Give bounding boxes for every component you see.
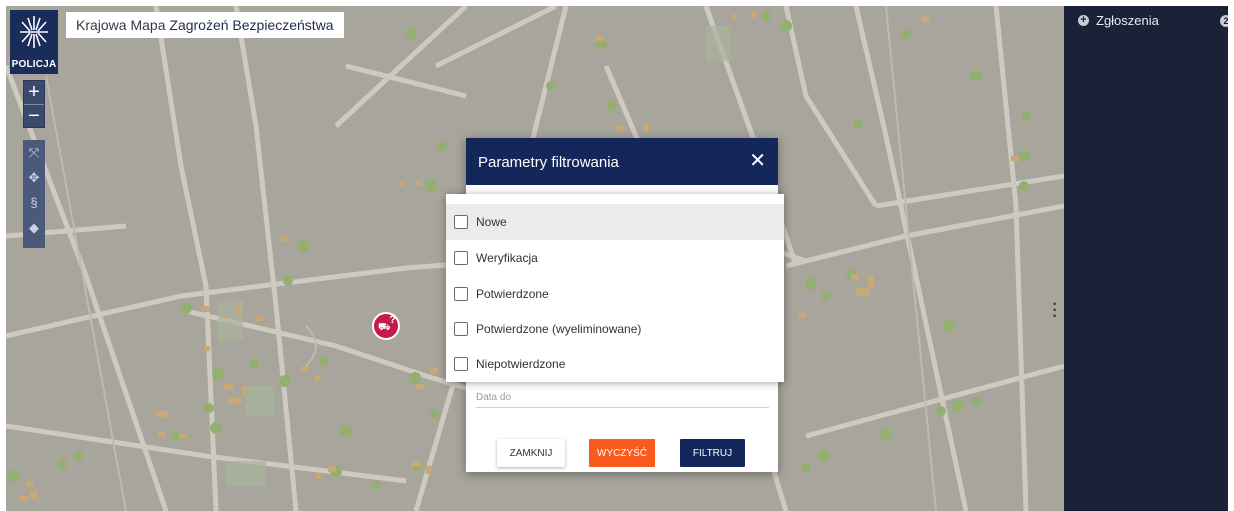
police-logo: POLICJA (10, 10, 58, 74)
police-star-icon (20, 16, 48, 48)
checkbox[interactable] (454, 357, 468, 371)
app-title: Krajowa Mapa Zagrożeń Bezpieczeństwa (66, 12, 344, 38)
status-dropdown: Nowe Weryfikacja Potwierdzone Potwierdzo… (446, 194, 784, 382)
side-panel: + Zgłoszenia 2 (1064, 6, 1228, 511)
logo-text: POLICJA (11, 59, 57, 70)
clear-button[interactable]: WYCZYŚĆ (589, 439, 655, 467)
close-button[interactable]: ZAMKNIJ (497, 439, 565, 467)
modal-header: Parametry filtrowania ✕ (466, 138, 778, 185)
add-circle-icon[interactable]: + (1078, 15, 1089, 26)
checkbox[interactable] (454, 215, 468, 229)
zoom-control: + − (23, 80, 45, 128)
map-marker[interactable]: ⛟ ? (372, 312, 400, 340)
modal-title: Parametry filtrowania (478, 154, 619, 171)
option-label: Niepotwierdzone (476, 357, 566, 371)
option-label: Potwierdzone (476, 287, 549, 301)
status-option-weryfikacja[interactable]: Weryfikacja (446, 240, 784, 276)
checkbox[interactable] (454, 251, 468, 265)
status-option-nowe[interactable]: Nowe (446, 204, 784, 240)
close-icon[interactable]: ✕ (749, 150, 766, 172)
map-toolbar: ⤧ ✥ § ◆ (23, 140, 45, 248)
tags-icon[interactable]: ◆ (23, 215, 45, 240)
checkbox[interactable] (454, 322, 468, 336)
side-panel-title: Zgłoszenia (1096, 13, 1159, 28)
zoom-out-button[interactable]: − (24, 104, 44, 127)
status-option-potwierdzone-wyeliminowane[interactable]: Potwierdzone (wyeliminowane) (446, 311, 784, 347)
reports-count-badge: 2 (1220, 15, 1228, 27)
option-label: Potwierdzone (wyeliminowane) (476, 322, 642, 336)
paragraph-icon[interactable]: § (23, 190, 45, 215)
status-option-niepotwierdzone[interactable]: Niepotwierdzone (446, 346, 784, 382)
option-label: Nowe (476, 215, 507, 229)
app-title-bold: Zagrożeń Bezpieczeństwa (169, 17, 334, 33)
fullscreen-icon[interactable]: ⤧ (23, 140, 45, 165)
filter-button[interactable]: FILTRUJ (680, 439, 745, 467)
marker-question: ? (389, 314, 396, 326)
date-to-field[interactable] (476, 388, 769, 408)
option-label: Weryfikacja (476, 251, 538, 265)
side-panel-header[interactable]: + Zgłoszenia 2 (1064, 6, 1228, 36)
move-icon[interactable]: ✥ (23, 165, 45, 190)
checkbox[interactable] (454, 287, 468, 301)
zoom-in-button[interactable]: + (24, 81, 44, 104)
app-title-prefix: Krajowa Mapa (76, 17, 170, 33)
status-option-potwierdzone[interactable]: Potwierdzone (446, 276, 784, 312)
panel-resize-handle[interactable]: · · · (1052, 297, 1058, 325)
